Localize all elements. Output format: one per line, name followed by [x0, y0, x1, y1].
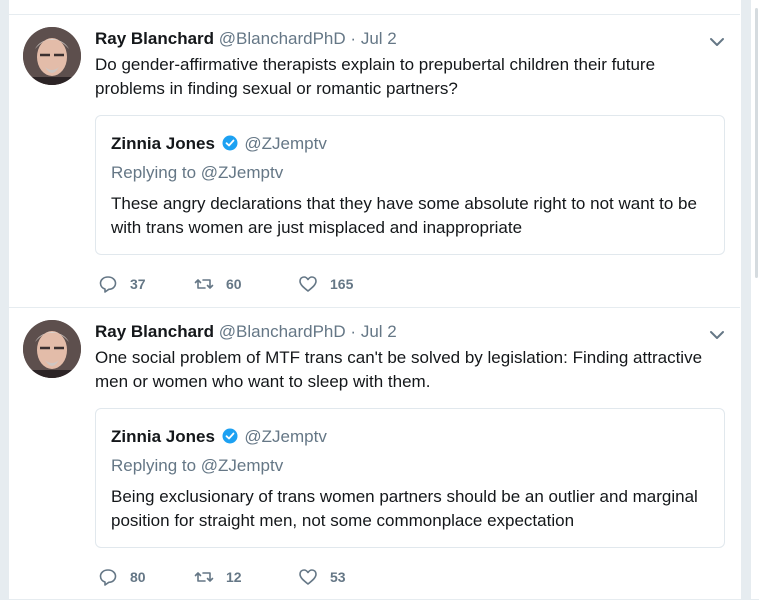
author-handle[interactable]: @BlanchardPhD [219, 322, 346, 341]
reply-count: 80 [130, 569, 146, 585]
tweet-date[interactable]: Jul 2 [361, 322, 397, 341]
verified-badge-icon [222, 428, 238, 444]
quoted-text: These angry declarations that they have … [111, 194, 697, 237]
author-handle[interactable]: @BlanchardPhD [219, 29, 346, 48]
verified-badge-icon [222, 135, 238, 151]
heart-icon [299, 569, 317, 585]
tweet[interactable]: Ray Blanchard @BlanchardPhD · Jul 2 One … [8, 307, 740, 600]
replying-to: Replying to @ZJemptv [111, 456, 284, 475]
tweet-text: One social problem of MTF trans can't be… [95, 348, 703, 391]
retweet-icon [194, 572, 214, 582]
quoted-header: Zinnia Jones @ZJemptv [111, 427, 327, 447]
scrollbar[interactable] [751, 0, 759, 599]
avatar-image [23, 27, 81, 85]
tweet[interactable]: Ray Blanchard @BlanchardPhD · Jul 2 Do g… [8, 14, 740, 307]
reply-icon [99, 276, 117, 293]
chevron-down-icon[interactable] [708, 326, 726, 344]
tweet-date[interactable]: Jul 2 [361, 29, 397, 48]
tweet-header: Ray Blanchard @BlanchardPhD · Jul 2 [95, 29, 397, 49]
scrollbar-thumb[interactable] [755, 8, 758, 278]
quoted-header: Zinnia Jones @ZJemptv [111, 134, 327, 154]
replying-to: Replying to @ZJemptv [111, 163, 284, 182]
quoted-tweet[interactable]: Zinnia Jones @ZJemptv Replying to @ZJemp… [95, 408, 725, 548]
retweet-count: 12 [226, 569, 242, 585]
retweet-count: 60 [226, 276, 242, 292]
quoted-author-handle: @ZJemptv [244, 427, 327, 446]
retweet-button[interactable]: 12 [194, 566, 242, 588]
quoted-author-name: Zinnia Jones [111, 427, 215, 446]
retweet-button[interactable]: 60 [194, 273, 242, 295]
like-button[interactable]: 165 [298, 273, 353, 295]
chevron-down-icon[interactable] [708, 33, 726, 51]
tweet-text: Do gender-affirmative therapists explain… [95, 55, 656, 98]
tweet-header: Ray Blanchard @BlanchardPhD · Jul 2 [95, 322, 397, 342]
quoted-tweet[interactable]: Zinnia Jones @ZJemptv Replying to @ZJemp… [95, 115, 725, 255]
reply-icon [99, 569, 117, 586]
like-button[interactable]: 53 [298, 566, 346, 588]
quoted-text: Being exclusionary of trans women partne… [111, 487, 698, 530]
author-name[interactable]: Ray Blanchard [95, 322, 214, 341]
separator: · [350, 322, 357, 341]
heart-icon [299, 276, 317, 292]
quoted-author-name: Zinnia Jones [111, 134, 215, 153]
separator: · [350, 29, 357, 48]
like-count: 53 [330, 569, 346, 585]
retweet-icon [194, 279, 214, 289]
like-count: 165 [330, 276, 354, 292]
author-name[interactable]: Ray Blanchard [95, 29, 214, 48]
quoted-author-handle: @ZJemptv [244, 134, 327, 153]
reply-button[interactable]: 80 [98, 566, 146, 588]
avatar[interactable] [23, 27, 81, 85]
avatar-image [23, 320, 81, 378]
avatar[interactable] [23, 320, 81, 378]
reply-button[interactable]: 37 [98, 273, 146, 295]
reply-count: 37 [130, 276, 146, 292]
